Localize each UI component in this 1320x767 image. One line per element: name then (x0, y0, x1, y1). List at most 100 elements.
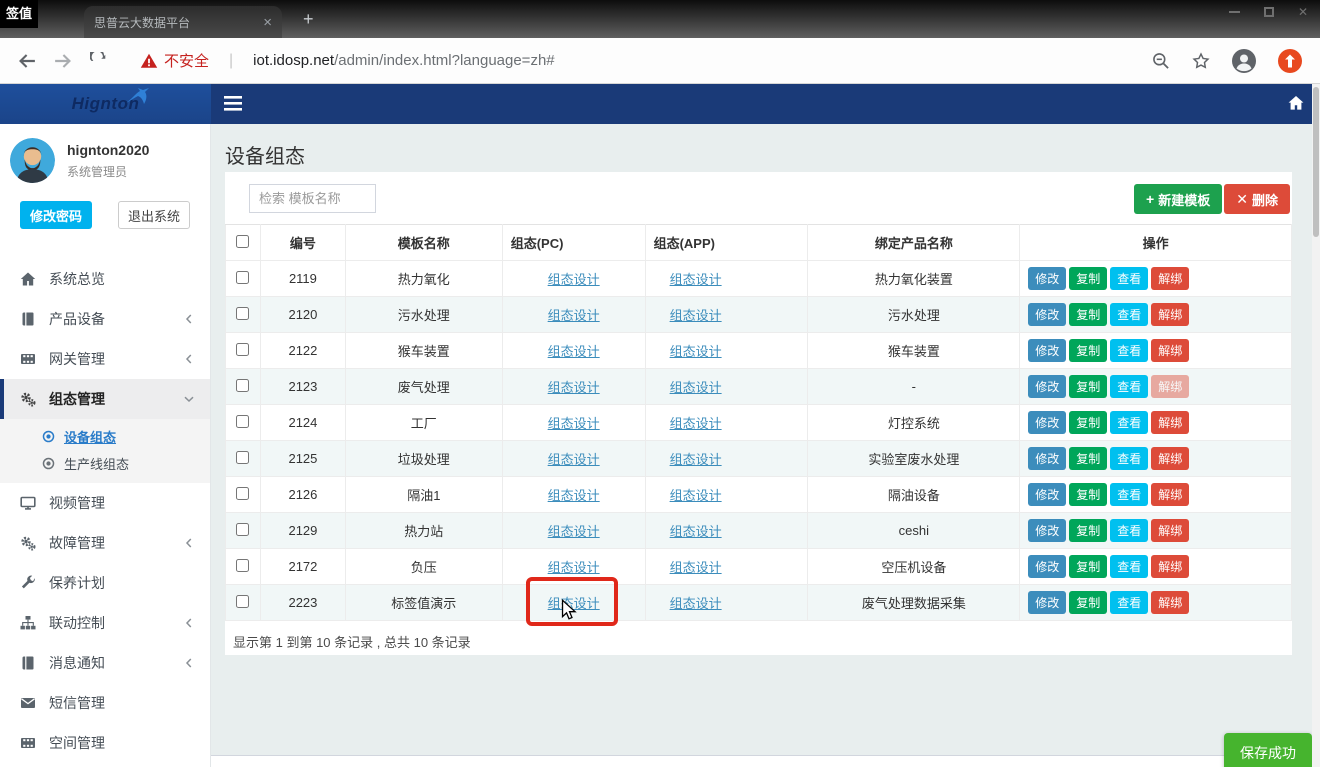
pc-design-link[interactable]: 组态设计 (548, 272, 600, 287)
action-copy-button[interactable]: 复制 (1069, 339, 1107, 362)
pc-design-link[interactable]: 组态设计 (548, 524, 600, 539)
row-checkbox[interactable] (236, 379, 249, 392)
sidebar-item[interactable]: 产品设备 (0, 299, 210, 339)
pc-design-link[interactable]: 组态设计 (548, 488, 600, 503)
sidebar-item[interactable]: 短信管理 (0, 683, 210, 723)
pc-design-link[interactable]: 组态设计 (548, 596, 600, 611)
refresh-icon[interactable] (90, 52, 108, 70)
action-view-button[interactable]: 查看 (1110, 555, 1148, 578)
action-view-button[interactable]: 查看 (1110, 483, 1148, 506)
column-header[interactable]: 操作 (1020, 225, 1292, 261)
sidebar-item[interactable]: 视频管理 (0, 483, 210, 523)
sidebar-item[interactable]: 组态管理 (0, 379, 210, 419)
row-checkbox[interactable] (236, 451, 249, 464)
action-edit-button[interactable]: 修改 (1028, 267, 1066, 290)
sidebar-subitem[interactable]: 设备组态 (0, 423, 210, 450)
row-checkbox[interactable] (236, 487, 249, 500)
row-checkbox[interactable] (236, 523, 249, 536)
pc-design-link[interactable]: 组态设计 (548, 344, 600, 359)
browser-tab[interactable]: 思普云大数据平台 × (84, 6, 282, 38)
column-header[interactable]: 模板名称 (345, 225, 502, 261)
action-copy-button[interactable]: 复制 (1069, 303, 1107, 326)
action-unbind-button[interactable]: 解绑 (1151, 411, 1189, 434)
action-edit-button[interactable]: 修改 (1028, 591, 1066, 614)
action-edit-button[interactable]: 修改 (1028, 519, 1066, 542)
search-input[interactable] (249, 184, 376, 213)
action-edit-button[interactable]: 修改 (1028, 303, 1066, 326)
sidebar-item[interactable]: 故障管理 (0, 523, 210, 563)
zoom-out-icon[interactable] (1152, 52, 1170, 70)
pc-design-link[interactable]: 组态设计 (548, 452, 600, 467)
action-unbind-button[interactable]: 解绑 (1151, 303, 1189, 326)
action-view-button[interactable]: 查看 (1110, 519, 1148, 542)
column-header[interactable]: 绑定产品名称 (808, 225, 1020, 261)
new-template-button[interactable]: +新建模板 (1134, 184, 1222, 214)
app-design-link[interactable]: 组态设计 (670, 560, 722, 575)
app-design-link[interactable]: 组态设计 (670, 452, 722, 467)
row-checkbox[interactable] (236, 415, 249, 428)
browser-update-icon[interactable] (1278, 49, 1302, 73)
action-edit-button[interactable]: 修改 (1028, 483, 1066, 506)
action-edit-button[interactable]: 修改 (1028, 555, 1066, 578)
logout-button[interactable]: 退出系统 (118, 201, 190, 229)
app-design-link[interactable]: 组态设计 (670, 524, 722, 539)
action-copy-button[interactable]: 复制 (1069, 519, 1107, 542)
action-view-button[interactable]: 查看 (1110, 339, 1148, 362)
row-checkbox[interactable] (236, 307, 249, 320)
security-chip[interactable]: 不安全 (140, 50, 209, 71)
row-checkbox[interactable] (236, 595, 249, 608)
action-view-button[interactable]: 查看 (1110, 411, 1148, 434)
row-checkbox[interactable] (236, 343, 249, 356)
action-copy-button[interactable]: 复制 (1069, 447, 1107, 470)
select-all-checkbox[interactable] (236, 235, 249, 248)
action-view-button[interactable]: 查看 (1110, 447, 1148, 470)
sidebar-item[interactable]: 系统总览 (0, 259, 210, 299)
action-unbind-button[interactable]: 解绑 (1151, 591, 1189, 614)
home-icon[interactable] (1288, 95, 1304, 116)
action-unbind-button[interactable]: 解绑 (1151, 267, 1189, 290)
sidebar-item[interactable]: 消息通知 (0, 643, 210, 683)
row-checkbox[interactable] (236, 271, 249, 284)
app-design-link[interactable]: 组态设计 (670, 596, 722, 611)
action-copy-button[interactable]: 复制 (1069, 591, 1107, 614)
profile-icon[interactable] (1232, 49, 1256, 73)
sidebar-item[interactable]: 网关管理 (0, 339, 210, 379)
hamburger-icon[interactable] (224, 96, 242, 116)
pc-design-link[interactable]: 组态设计 (548, 308, 600, 323)
minimize-icon[interactable] (1229, 11, 1240, 13)
app-design-link[interactable]: 组态设计 (670, 488, 722, 503)
action-edit-button[interactable]: 修改 (1028, 447, 1066, 470)
action-copy-button[interactable]: 复制 (1069, 375, 1107, 398)
action-view-button[interactable]: 查看 (1110, 267, 1148, 290)
action-unbind-button[interactable]: 解绑 (1151, 483, 1189, 506)
column-header[interactable]: 编号 (260, 225, 345, 261)
pc-design-link[interactable]: 组态设计 (548, 560, 600, 575)
action-copy-button[interactable]: 复制 (1069, 411, 1107, 434)
action-edit-button[interactable]: 修改 (1028, 375, 1066, 398)
column-header[interactable]: 组态(PC) (502, 225, 645, 261)
column-header[interactable]: 组态(APP) (645, 225, 808, 261)
action-view-button[interactable]: 查看 (1110, 375, 1148, 398)
change-password-button[interactable]: 修改密码 (20, 201, 92, 229)
maximize-icon[interactable] (1264, 7, 1274, 17)
action-copy-button[interactable]: 复制 (1069, 555, 1107, 578)
sidebar-item[interactable]: 保养计划 (0, 563, 210, 603)
pc-design-link[interactable]: 组态设计 (548, 416, 600, 431)
back-icon[interactable] (18, 52, 36, 70)
action-unbind-button[interactable]: 解绑 (1151, 339, 1189, 362)
tab-close-icon[interactable]: × (263, 14, 272, 31)
close-icon[interactable]: ✕ (1298, 5, 1308, 19)
forward-icon[interactable] (54, 52, 72, 70)
pc-design-link[interactable]: 组态设计 (548, 380, 600, 395)
action-view-button[interactable]: 查看 (1110, 303, 1148, 326)
action-copy-button[interactable]: 复制 (1069, 483, 1107, 506)
bookmark-star-icon[interactable] (1192, 52, 1210, 70)
action-unbind-button[interactable]: 解绑 (1151, 519, 1189, 542)
sidebar-item[interactable]: 联动控制 (0, 603, 210, 643)
sidebar-subitem[interactable]: 生产线组态 (0, 450, 210, 477)
action-edit-button[interactable]: 修改 (1028, 411, 1066, 434)
app-design-link[interactable]: 组态设计 (670, 416, 722, 431)
action-edit-button[interactable]: 修改 (1028, 339, 1066, 362)
app-design-link[interactable]: 组态设计 (670, 272, 722, 287)
action-unbind-button[interactable]: 解绑 (1151, 555, 1189, 578)
